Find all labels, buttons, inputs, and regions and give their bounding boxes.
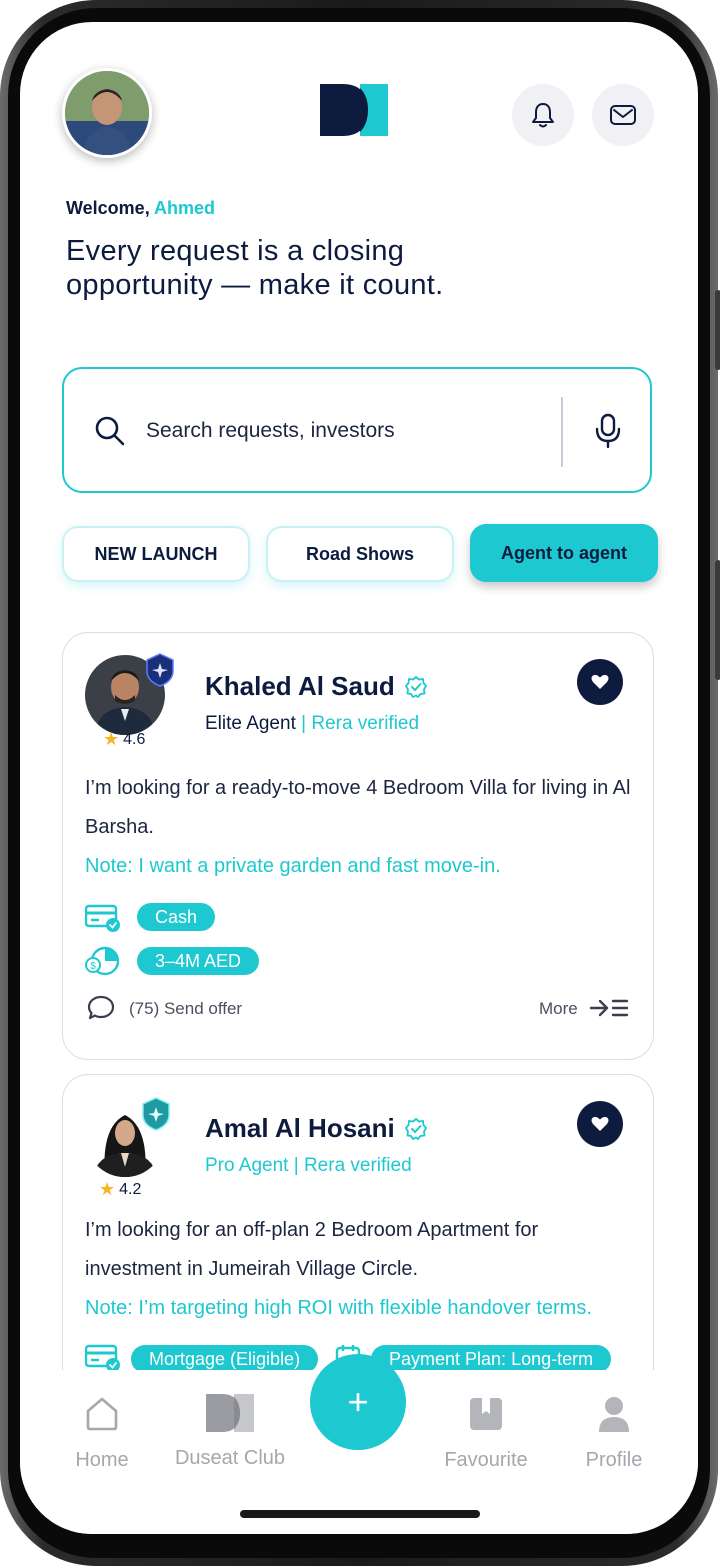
- nav-profile-label: Profile: [585, 1449, 643, 1471]
- search-input[interactable]: Search requests, investors: [146, 419, 395, 443]
- agent-name: Amal Al Hosani: [205, 1113, 395, 1143]
- agent-name-row: Amal Al Hosani: [205, 1113, 427, 1144]
- arrow-list-icon[interactable]: [589, 997, 629, 1019]
- page-headline: Every request is a closing opportunity —…: [66, 234, 626, 302]
- rating-value: 4.2: [119, 1180, 142, 1198]
- agent-tier: Pro Agent: [205, 1155, 289, 1176]
- agent-rating: ★ 4.6: [103, 729, 145, 750]
- star-icon: ★: [103, 729, 120, 749]
- payment-tag: Mortgage (Eligible): [131, 1345, 319, 1373]
- power-button: [715, 560, 720, 680]
- search-bar[interactable]: Search requests, investors: [62, 367, 652, 493]
- agent-rating: ★ 4.2: [99, 1179, 141, 1200]
- notification-button[interactable]: [512, 84, 574, 146]
- greeting: Welcome,: [66, 198, 150, 218]
- nav-club-label: Duseat Club: [174, 1447, 286, 1469]
- filter-agent-to-agent[interactable]: Agent to agent: [470, 524, 658, 582]
- rating-value: 4.6: [123, 730, 146, 748]
- budget-tag: 3–4M AED: [137, 947, 260, 975]
- profile-icon: [599, 1397, 629, 1432]
- favourite-button[interactable]: [577, 659, 623, 705]
- filter-new-launch[interactable]: NEW LAUNCH: [62, 526, 250, 582]
- duseat-logo: [320, 84, 388, 136]
- agent-tier: Elite Agent: [205, 713, 296, 734]
- club-logo-icon: [206, 1394, 254, 1432]
- card-payment-icon: [85, 904, 120, 932]
- volume-button: [715, 290, 720, 370]
- request-card[interactable]: ★ 4.6 Khaled Al Saud Elite Agent | Rera …: [62, 632, 654, 1060]
- payment-tag: Cash: [137, 903, 216, 931]
- nav-home[interactable]: Home: [42, 1394, 162, 1472]
- comment-icon[interactable]: [87, 995, 115, 1021]
- rera-verified: Rera verified: [303, 1155, 412, 1176]
- nav-club[interactable]: Duseat Club: [170, 1394, 290, 1470]
- user-avatar[interactable]: [62, 68, 152, 158]
- request-description: I’m looking for an off-plan 2 Bedroom Ap…: [85, 1219, 539, 1280]
- messages-button[interactable]: [592, 84, 654, 146]
- add-request-button[interactable]: +: [310, 1354, 406, 1450]
- agent-name-row: Khaled Al Saud: [205, 671, 427, 702]
- nav-favourite[interactable]: Favourite: [426, 1394, 546, 1472]
- home-indicator[interactable]: [240, 1510, 480, 1518]
- nav-profile[interactable]: Profile: [554, 1394, 674, 1472]
- search-icon: [95, 416, 125, 446]
- app-screen: Welcome, Ahmed Every request is a closin…: [20, 22, 698, 1534]
- welcome-text: Welcome, Ahmed: [66, 198, 215, 219]
- request-description: I’m looking for a ready-to-move 4 Bedroo…: [85, 777, 631, 838]
- plus-icon: +: [347, 1381, 369, 1422]
- elite-shield-icon: [146, 653, 174, 687]
- request-note: Note: I’m targeting high ROI with flexib…: [85, 1297, 592, 1319]
- heart-icon: [591, 1116, 609, 1131]
- payment-plan-tag: Payment Plan: Long-term: [371, 1345, 612, 1373]
- send-offer-link[interactable]: (75) Send offer: [129, 999, 242, 1019]
- pro-shield-icon: [142, 1097, 170, 1131]
- agent-name: Khaled Al Saud: [205, 671, 395, 701]
- card-payment-icon: [85, 1344, 120, 1372]
- request-note: Note: I want a private garden and fast m…: [85, 855, 501, 877]
- headline-line-2: opportunity — make it count.: [66, 269, 444, 301]
- rera-verified: Rera verified: [311, 713, 420, 734]
- nav-home-label: Home: [75, 1449, 129, 1471]
- star-icon: ★: [99, 1179, 116, 1199]
- headline-line-1: Every request is a closing: [66, 235, 405, 267]
- more-link[interactable]: More: [539, 999, 578, 1019]
- verified-badge-icon: [404, 675, 427, 698]
- nav-favourite-label: Favourite: [444, 1449, 528, 1471]
- verified-badge-icon: [404, 1117, 427, 1140]
- favourite-button[interactable]: [577, 1101, 623, 1147]
- svg-text:$: $: [90, 961, 96, 972]
- user-name: Ahmed: [154, 198, 216, 218]
- heart-icon: [591, 674, 609, 689]
- budget-chart-icon: $: [85, 946, 120, 976]
- bookmark-icon: [470, 1398, 502, 1430]
- microphone-icon[interactable]: [594, 413, 622, 449]
- mail-icon: [610, 105, 636, 125]
- search-divider: [561, 397, 563, 467]
- bell-icon: [532, 103, 554, 128]
- agent-role: Pro Agent | Rera verified: [205, 1155, 412, 1176]
- agent-role: Elite Agent | Rera verified: [205, 713, 420, 734]
- home-icon: [86, 1397, 118, 1431]
- filter-road-shows[interactable]: Road Shows: [266, 526, 454, 582]
